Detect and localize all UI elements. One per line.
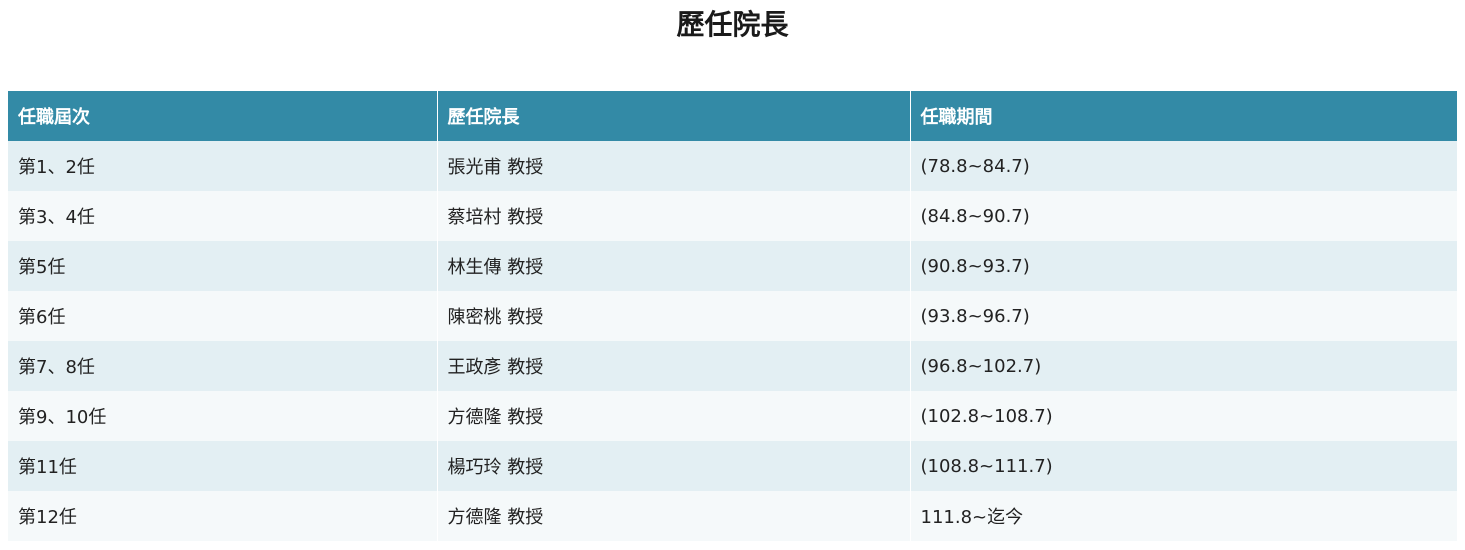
- dean-name-cell: 林生傳 教授: [437, 241, 911, 291]
- period-cell: (90.8~93.7): [910, 241, 1457, 291]
- column-header-period: 任職期間: [910, 91, 1457, 141]
- dean-name-cell: 方德隆 教授: [437, 391, 911, 441]
- table-row: 第11任 楊巧玲 教授 (108.8~111.7): [8, 441, 1457, 491]
- column-header-dean: 歷任院長: [437, 91, 911, 141]
- dean-name-cell: 楊巧玲 教授: [437, 441, 911, 491]
- term-cell: 第6任: [8, 291, 438, 341]
- table-row: 第9、10任 方德隆 教授 (102.8~108.7): [8, 391, 1457, 441]
- term-cell: 第7、8任: [8, 341, 438, 391]
- table-row: 第7、8任 王政彥 教授 (96.8~102.7): [8, 341, 1457, 391]
- dean-name-cell: 蔡培村 教授: [437, 191, 911, 241]
- term-cell: 第11任: [8, 441, 438, 491]
- term-cell: 第5任: [8, 241, 438, 291]
- term-cell: 第9、10任: [8, 391, 438, 441]
- table-header-row: 任職屆次 歷任院長 任職期間: [8, 91, 1457, 141]
- period-cell: (93.8~96.7): [910, 291, 1457, 341]
- dean-name-cell: 陳密桃 教授: [437, 291, 911, 341]
- period-cell: (84.8~90.7): [910, 191, 1457, 241]
- term-cell: 第12任: [8, 491, 438, 541]
- page-title: 歷任院長: [676, 8, 789, 41]
- period-cell: (108.8~111.7): [910, 441, 1457, 491]
- dean-name-cell: 王政彥 教授: [437, 341, 911, 391]
- period-cell: (102.8~108.7): [910, 391, 1457, 441]
- table-row: 第1、2任 張光甫 教授 (78.8~84.7): [8, 141, 1457, 191]
- table-row: 第6任 陳密桃 教授 (93.8~96.7): [8, 291, 1457, 341]
- period-cell: (78.8~84.7): [910, 141, 1457, 191]
- period-cell: (96.8~102.7): [910, 341, 1457, 391]
- period-cell: 111.8~迄今: [910, 491, 1457, 541]
- dean-name-cell: 方德隆 教授: [437, 491, 911, 541]
- table-row: 第5任 林生傳 教授 (90.8~93.7): [8, 241, 1457, 291]
- table-row: 第3、4任 蔡培村 教授 (84.8~90.7): [8, 191, 1457, 241]
- dean-name-cell: 張光甫 教授: [437, 141, 911, 191]
- deans-history-table: 任職屆次 歷任院長 任職期間 第1、2任 張光甫 教授 (78.8~84.7) …: [8, 91, 1457, 541]
- column-header-term: 任職屆次: [8, 91, 438, 141]
- table-row: 第12任 方德隆 教授 111.8~迄今: [8, 491, 1457, 541]
- term-cell: 第3、4任: [8, 191, 438, 241]
- term-cell: 第1、2任: [8, 141, 438, 191]
